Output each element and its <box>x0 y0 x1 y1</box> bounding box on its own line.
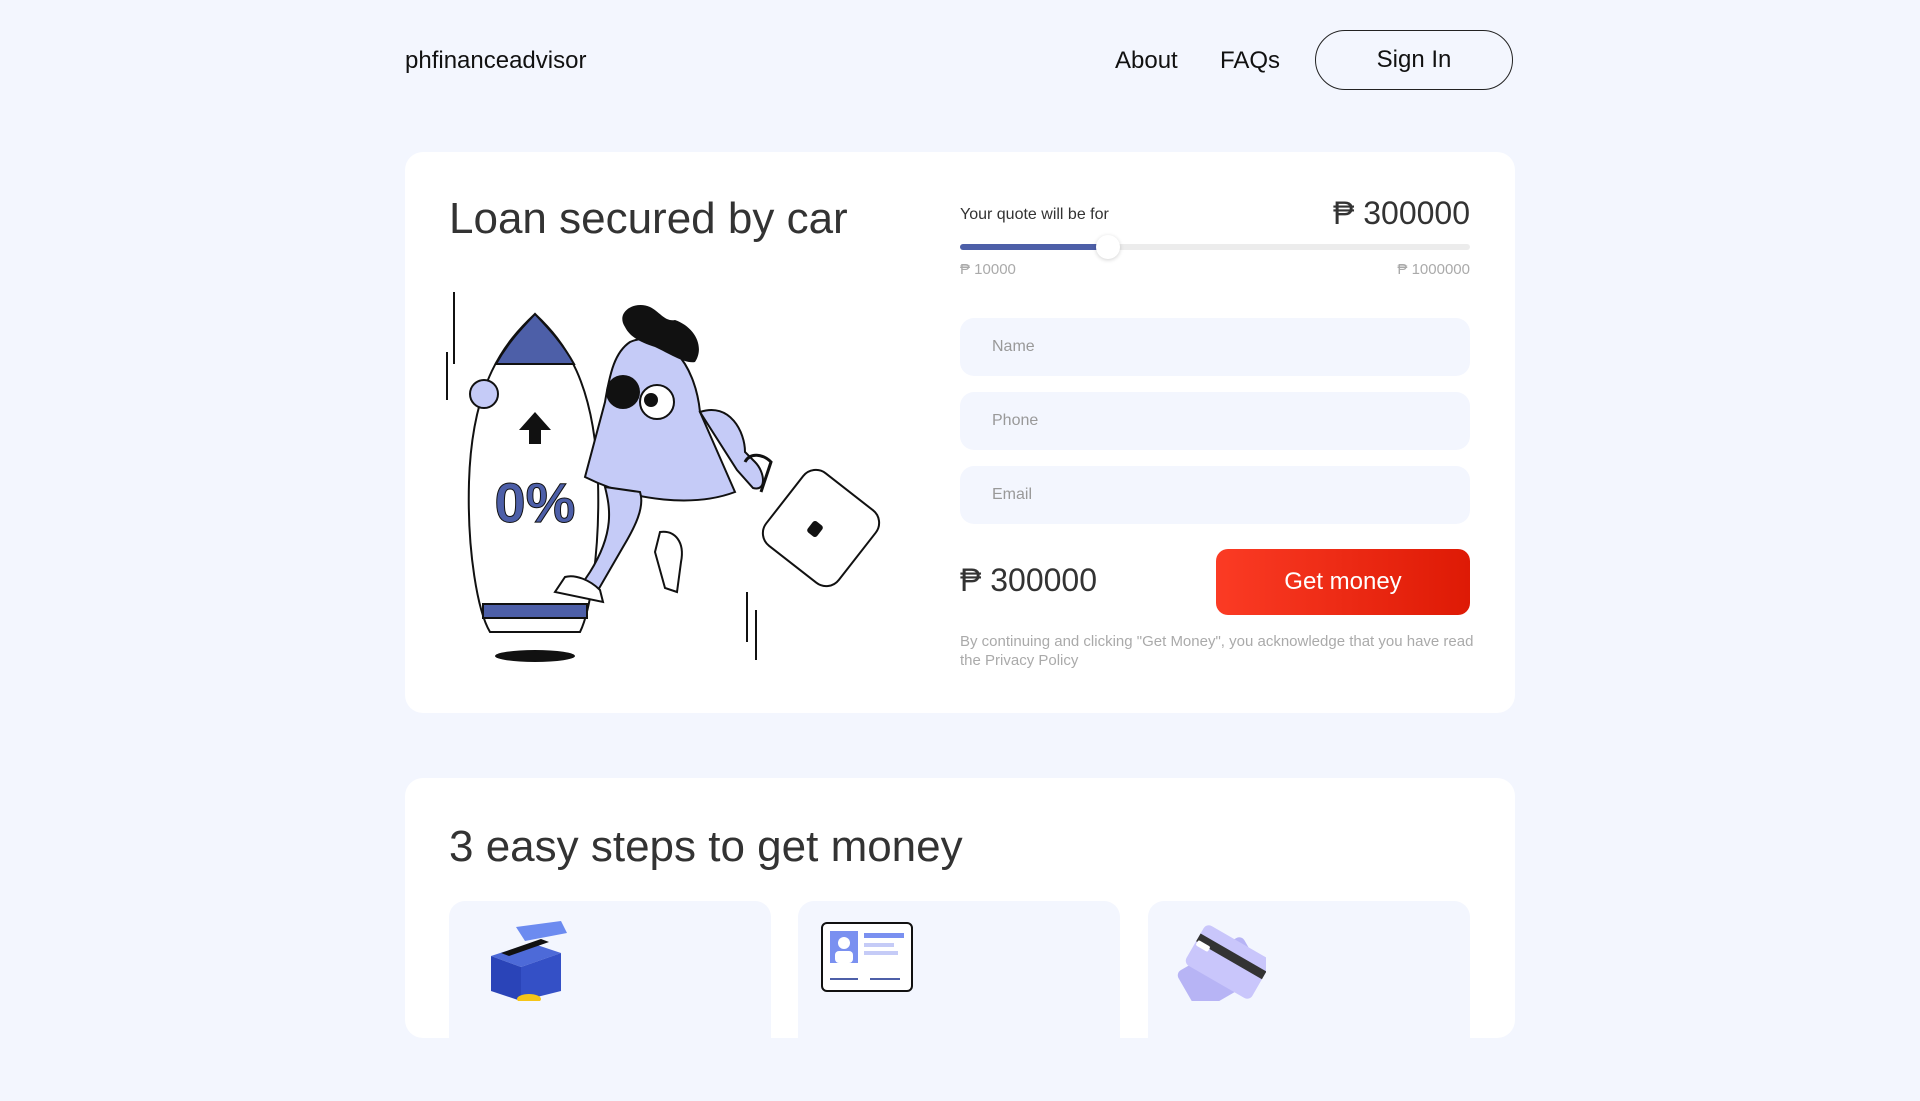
steps-section: 3 easy steps to get money <box>405 778 1515 1101</box>
rocket-businessman-illustration: 0% <box>446 292 881 662</box>
illustration-percent-label: 0% <box>495 471 576 534</box>
site-logo[interactable]: phfinanceadvisor <box>405 47 586 75</box>
quote-value: ₱ 300000 <box>1332 195 1470 231</box>
email-field[interactable] <box>960 466 1470 524</box>
get-money-button[interactable]: Get money <box>1216 549 1470 615</box>
slider-min-label: ₱ 10000 <box>960 261 1016 278</box>
box-icon <box>491 921 567 1001</box>
credit-card-icon <box>1177 925 1266 1001</box>
slider-handle[interactable] <box>1095 235 1120 259</box>
nav-faqs-link[interactable]: FAQs <box>1220 47 1280 75</box>
step-card <box>798 901 1120 1101</box>
nav-about-link[interactable]: About <box>1115 47 1178 75</box>
id-card-icon <box>821 922 913 992</box>
quote-label: Your quote will be for <box>960 206 1109 223</box>
step-card <box>449 901 771 1101</box>
steps-title: 3 easy steps to get money <box>449 822 963 871</box>
privacy-disclaimer: By continuing and clicking "Get Money", … <box>960 633 1474 669</box>
name-field[interactable] <box>960 318 1470 376</box>
loan-amount-display: ₱ 300000 <box>960 562 1098 598</box>
site-header: phfinanceadvisor About FAQs Sign In <box>405 30 1515 92</box>
loan-amount-slider[interactable] <box>960 235 1470 259</box>
page-title: Loan secured by car <box>449 194 848 243</box>
sign-in-button[interactable]: Sign In <box>1315 30 1513 90</box>
slider-max-label: ₱ 1000000 <box>1397 261 1470 278</box>
phone-field[interactable] <box>960 392 1470 450</box>
step-card <box>1148 901 1470 1101</box>
slider-fill <box>960 244 1108 250</box>
loan-hero-card: Loan secured by car 0% Your quote will b… <box>405 152 1515 713</box>
